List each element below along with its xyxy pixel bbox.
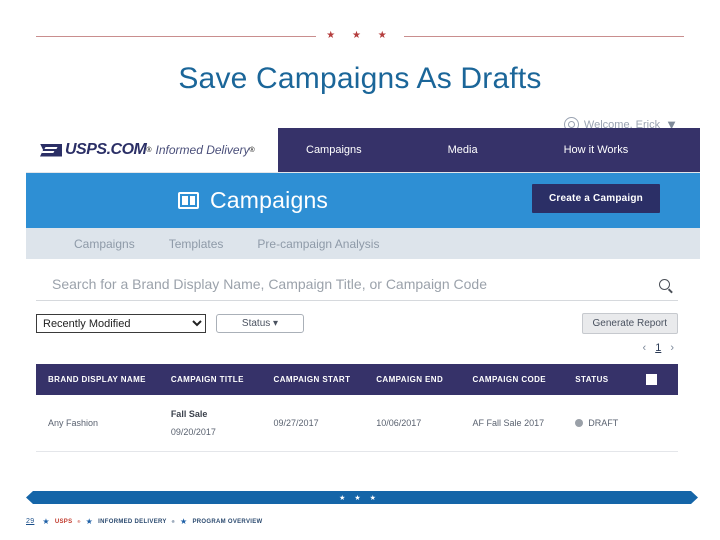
account-menu[interactable]: Welcome, Erick ▼: [563, 117, 678, 129]
status-filter-button[interactable]: Status ▾: [216, 314, 304, 333]
sub-navigation-tabs: Campaigns Templates Pre-campaign Analysi…: [26, 228, 700, 259]
footer-informed-delivery-label: INFORMED DELIVERY: [98, 518, 167, 525]
column-select-all: [645, 364, 678, 395]
tab-pre-campaign-analysis[interactable]: Pre-campaign Analysis: [257, 237, 379, 251]
sort-select[interactable]: Recently Modified: [36, 314, 206, 333]
column-status: STATUS: [575, 364, 646, 395]
primary-nav-items: Campaigns Media How it Works: [278, 128, 700, 172]
star-icon-3: ★: [179, 517, 188, 526]
page-title: Save Campaigns As Drafts: [178, 62, 542, 95]
cell-campaign-title: Fall Sale 09/20/2017: [170, 395, 274, 452]
campaign-title-date: 09/20/2017: [170, 427, 216, 437]
cell-status: DRAFT: [575, 395, 646, 452]
brand-logo[interactable]: USPS.COM ® Informed Delivery ®: [26, 128, 278, 172]
divider-rule-right: [403, 35, 685, 37]
divider-rule-left: [36, 35, 317, 37]
pagination-page-1[interactable]: 1: [655, 342, 661, 354]
search-bar: [36, 274, 678, 301]
campaigns-grid-icon: [178, 192, 199, 209]
nav-item-media[interactable]: Media: [448, 140, 478, 160]
divider-stars: ★ ★ ★: [326, 30, 394, 41]
nav-item-campaigns[interactable]: Campaigns: [306, 140, 362, 160]
tab-templates[interactable]: Templates: [169, 237, 224, 251]
table-row[interactable]: Any Fashion Fall Sale 09/20/2017 09/27/2…: [36, 395, 678, 452]
table-body: Any Fashion Fall Sale 09/20/2017 09/27/2…: [36, 395, 678, 452]
filter-toolbar: Recently Modified Status ▾ Generate Repo…: [36, 313, 700, 334]
brand-registered-mark: ®: [146, 146, 152, 154]
nav-item-how-it-works[interactable]: How it Works: [564, 140, 629, 160]
campaign-title-text: Fall Sale: [170, 409, 208, 419]
slide-divider: ★ ★ ★: [36, 28, 685, 44]
brand-name: USPS.COM: [65, 141, 147, 158]
cell-campaign-start: 09/27/2017: [273, 395, 377, 452]
star-icon-1: ★: [42, 517, 50, 526]
welcome-bar: Welcome, Erick ▼: [26, 104, 700, 128]
campaigns-banner: Campaigns Create a Campaign: [26, 173, 700, 228]
campaigns-table: BRAND DISPLAY NAME CAMPAIGN TITLE CAMPAI…: [36, 364, 678, 452]
footer-branding: 29 ★ USPS ® ★ INFORMED DELIVERY ® ★ PROGRA…: [26, 517, 262, 526]
welcome-label: Welcome, Erick: [583, 118, 661, 129]
table-header-row: BRAND DISPLAY NAME CAMPAIGN TITLE CAMPAI…: [36, 364, 678, 395]
column-campaign-start: CAMPAIGN START: [273, 364, 377, 395]
table-header: BRAND DISPLAY NAME CAMPAIGN TITLE CAMPAI…: [36, 364, 678, 395]
cell-campaign-code: AF Fall Sale 2017: [472, 395, 576, 452]
top-navigation: USPS.COM ® Informed Delivery ® Campaigns…: [26, 128, 700, 173]
banner-title: Campaigns: [210, 187, 329, 213]
tab-campaigns[interactable]: Campaigns: [74, 237, 135, 251]
cell-campaign-end: 10/06/2017: [376, 395, 473, 452]
search-input[interactable]: [36, 274, 659, 294]
create-campaign-button[interactable]: Create a Campaign: [532, 184, 660, 213]
search-icon[interactable]: [659, 278, 670, 290]
application-screenshot: Welcome, Erick ▼ USPS.COM ® Informed Del…: [26, 104, 700, 488]
column-campaign-title: CAMPAIGN TITLE: [170, 364, 274, 395]
status-dot-icon: [575, 419, 584, 427]
cell-row-checkbox[interactable]: [645, 395, 678, 452]
generate-report-button[interactable]: Generate Report: [581, 313, 678, 334]
usps-eagle-icon: [40, 143, 62, 157]
footer-banner: ★★★: [26, 491, 698, 504]
column-campaign-end: CAMPAIGN END: [376, 364, 473, 395]
pagination-prev[interactable]: ‹: [643, 342, 647, 354]
slide-number: 29: [26, 518, 35, 525]
footer-program-overview-label: PROGRAM OVERVIEW: [192, 518, 263, 525]
star-icon-2: ★: [85, 517, 94, 526]
brand-product-name: Informed Delivery: [155, 143, 250, 157]
pagination-next[interactable]: ›: [670, 342, 674, 354]
status-badge: DRAFT: [588, 418, 619, 428]
footer-usps-sup: ®: [77, 519, 81, 524]
column-brand-display-name: BRAND DISPLAY NAME: [36, 364, 171, 395]
cell-brand-display-name: Any Fashion: [36, 395, 171, 452]
select-all-checkbox[interactable]: [645, 374, 657, 385]
chevron-down-icon[interactable]: ▼: [665, 118, 678, 128]
column-campaign-code: CAMPAIGN CODE: [472, 364, 576, 395]
footer-informed-delivery-sup: ®: [171, 519, 175, 524]
pagination: ‹ 1 ›: [26, 342, 674, 354]
user-circle-icon: [563, 117, 579, 128]
footer-usps-label: USPS: [54, 518, 73, 525]
brand-product-registered-mark: ®: [249, 146, 255, 154]
